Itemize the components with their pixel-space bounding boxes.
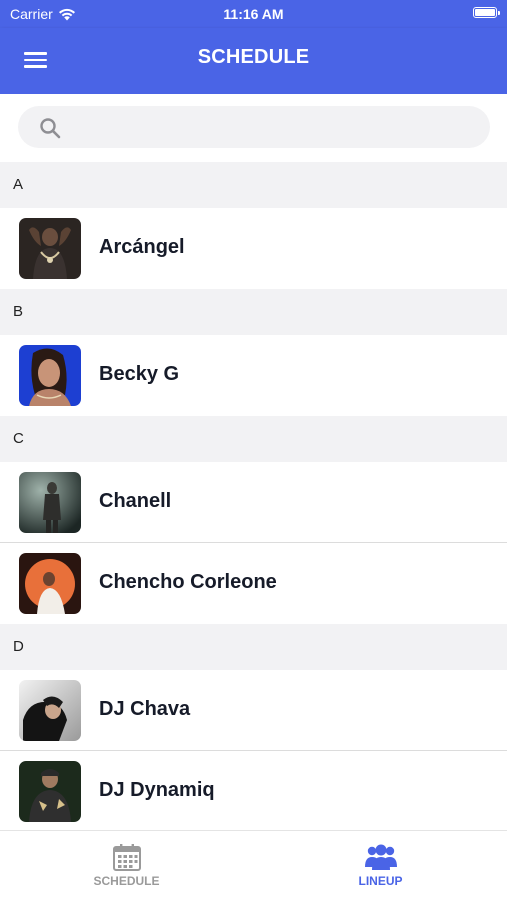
lineup-list[interactable]: A Arcángel B Becky G C Chanell Chencho C… bbox=[0, 162, 507, 830]
search-icon bbox=[40, 118, 61, 139]
section-header-a: A bbox=[0, 162, 507, 208]
artist-photo bbox=[19, 472, 81, 533]
tab-bar: SCHEDULE LINEUP bbox=[0, 830, 507, 901]
artist-photo bbox=[19, 218, 81, 279]
calendar-icon bbox=[112, 844, 141, 871]
section-letter: C bbox=[13, 430, 24, 447]
artist-name: Becky G bbox=[99, 363, 180, 385]
page-title: SCHEDULE bbox=[197, 46, 310, 68]
artist-row-dj-chava[interactable]: DJ Chava bbox=[0, 670, 507, 751]
search-input[interactable] bbox=[18, 106, 490, 148]
tab-label: LINEUP bbox=[358, 874, 403, 888]
artist-row-dj-dynamiq[interactable]: DJ Dynamiq bbox=[0, 751, 507, 830]
artist-name: DJ Chava bbox=[99, 698, 191, 720]
artist-row-chencho-corleone[interactable]: Chencho Corleone bbox=[0, 543, 507, 624]
artist-name: Arcángel bbox=[99, 236, 185, 258]
artist-name: Chencho Corleone bbox=[99, 571, 277, 593]
tab-schedule[interactable]: SCHEDULE bbox=[0, 831, 253, 901]
navigation-bar: SCHEDULE bbox=[0, 28, 507, 94]
section-letter: A bbox=[13, 176, 24, 193]
users-icon bbox=[364, 844, 397, 870]
artist-photo bbox=[19, 761, 81, 822]
section-header-c: C bbox=[0, 416, 507, 462]
section-header-b: B bbox=[0, 289, 507, 335]
artist-photo bbox=[19, 553, 81, 614]
search-container bbox=[0, 94, 507, 162]
artist-row-chanell[interactable]: Chanell bbox=[0, 462, 507, 543]
artist-row-becky-g[interactable]: Becky G bbox=[0, 335, 507, 416]
battery-icon bbox=[473, 7, 500, 18]
artist-row-arcangel[interactable]: Arcángel bbox=[0, 208, 507, 289]
artist-photo bbox=[19, 345, 81, 406]
clock: 11:16 AM bbox=[223, 6, 284, 22]
artist-name: Chanell bbox=[99, 490, 172, 512]
section-letter: B bbox=[13, 303, 24, 320]
section-letter: D bbox=[13, 638, 24, 655]
tab-label: SCHEDULE bbox=[93, 874, 160, 888]
artist-name: DJ Dynamiq bbox=[99, 779, 215, 801]
artist-photo bbox=[19, 680, 81, 741]
tab-lineup[interactable]: LINEUP bbox=[254, 831, 507, 901]
status-bar: Carrier 11:16 AM bbox=[0, 0, 507, 28]
section-header-d: D bbox=[0, 624, 507, 670]
